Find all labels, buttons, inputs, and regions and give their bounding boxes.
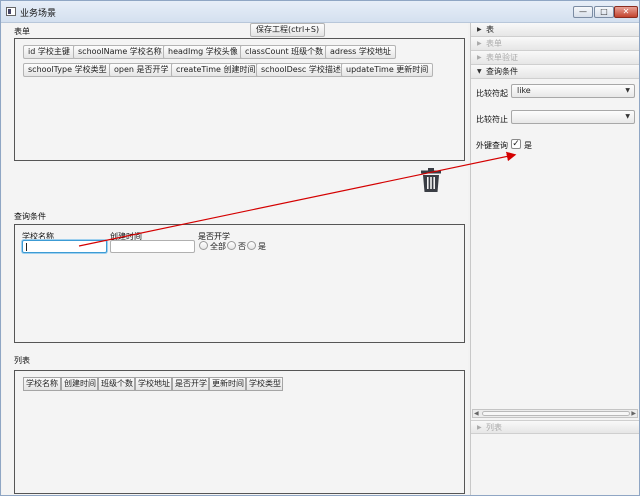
list-column-header[interactable]: 是否开学 — [172, 377, 209, 391]
properties-panel: ▶ 表 ▶ 表单 ▶ 表单验证 ▼ 查询条件 比较符起 like ▼ 比较符止 … — [470, 23, 639, 495]
chevron-right-icon: ▶ — [477, 54, 482, 61]
dropdown-arrow-icon: ▼ — [625, 113, 630, 120]
form-field-chip[interactable]: adress 学校地址 — [325, 45, 396, 59]
form-field-chip[interactable]: schoolDesc 学校描述 — [256, 63, 346, 77]
dropdown-arrow-icon: ▼ — [625, 87, 630, 94]
radio-yes[interactable] — [247, 241, 256, 250]
chevron-right-icon: ▶ — [477, 26, 482, 33]
scroll-right-icon[interactable]: ▶ — [631, 410, 636, 417]
list-column-header[interactable]: 学校类型 — [246, 377, 283, 391]
radio-yes-label: 是 — [258, 242, 266, 251]
compare-start-select[interactable]: like ▼ — [511, 84, 635, 98]
accordion-form[interactable]: ▶ 表单 — [471, 37, 639, 51]
scroll-left-icon[interactable]: ◀ — [474, 410, 479, 417]
list-column-header[interactable]: 学校名称 — [23, 377, 61, 391]
query-fields-box[interactable]: 学校名称 创建时间 是否开学 全部 否 是 — [14, 224, 465, 343]
query-section-label: 查询条件 — [14, 212, 46, 221]
form-field-chip[interactable]: schoolName 学校名称 — [73, 45, 167, 59]
chevron-down-icon: ▼ — [477, 68, 482, 75]
accordion-table[interactable]: ▶ 表 — [471, 23, 639, 37]
panel-horizontal-scrollbar[interactable]: ◀ ▶ — [472, 409, 638, 418]
app-window-icon — [6, 7, 16, 16]
scrollbar-thumb[interactable] — [482, 411, 630, 416]
foreign-key-label: 外键查询 — [476, 141, 508, 150]
chevron-right-icon: ▶ — [477, 424, 482, 431]
maximize-button[interactable]: □ — [594, 6, 614, 18]
foreign-key-option: 是 — [524, 141, 532, 150]
compare-end-label: 比较符止 — [476, 115, 508, 124]
chevron-right-icon: ▶ — [477, 40, 482, 47]
form-field-chip[interactable]: createTime 创建时间 — [171, 63, 261, 77]
form-field-chip[interactable]: schoolType 学校类型 — [23, 63, 112, 77]
list-column-header[interactable]: 班级个数 — [98, 377, 135, 391]
compare-start-label: 比较符起 — [476, 89, 508, 98]
form-field-chip[interactable]: headImg 学校头像 — [163, 45, 243, 59]
designer-canvas: 表单 保存工程(ctrl+S) id 学校主键 schoolName 学校名称 … — [2, 23, 468, 495]
window-title: 业务场景 — [20, 9, 57, 19]
form-field-chip[interactable]: classCount 班级个数 — [240, 45, 329, 59]
minimize-button[interactable]: — — [573, 6, 593, 18]
list-column-header[interactable]: 学校地址 — [135, 377, 172, 391]
list-column-header[interactable]: 创建时间 — [61, 377, 98, 391]
trash-icon[interactable] — [421, 168, 441, 192]
foreign-key-checkbox[interactable]: ✓ — [511, 139, 521, 149]
accordion-list[interactable]: ▶ 列表 — [471, 420, 639, 434]
create-time-input[interactable] — [110, 240, 195, 253]
save-project-button[interactable]: 保存工程(ctrl+S) — [250, 23, 326, 37]
app-window: 业务场景 — □ ✕ 表单 保存工程(ctrl+S) id 学校主键 schoo… — [0, 0, 640, 496]
accordion-form-validation[interactable]: ▶ 表单验证 — [471, 51, 639, 65]
radio-all-label: 全部 — [210, 242, 226, 251]
form-fields-box[interactable]: id 学校主键 schoolName 学校名称 headImg 学校头像 cla… — [14, 38, 465, 161]
form-field-chip[interactable]: open 是否开学 — [109, 63, 174, 77]
close-button[interactable]: ✕ — [614, 6, 638, 18]
text-caret — [26, 243, 27, 251]
title-bar[interactable]: 业务场景 — □ ✕ — [1, 1, 639, 23]
compare-end-select[interactable]: ▼ — [511, 110, 635, 124]
radio-all[interactable] — [199, 241, 208, 250]
form-field-chip[interactable]: updateTime 更新时间 — [341, 63, 434, 77]
list-section-label: 列表 — [14, 356, 30, 365]
form-field-chip[interactable]: id 学校主键 — [23, 45, 75, 59]
form-section-label: 表单 — [14, 27, 30, 36]
school-name-input[interactable] — [22, 240, 107, 253]
list-column-header[interactable]: 更新时间 — [209, 377, 246, 391]
accordion-query-conditions[interactable]: ▼ 查询条件 — [471, 65, 639, 79]
radio-no-label: 否 — [238, 242, 246, 251]
list-columns-box[interactable]: 学校名称 创建时间 班级个数 学校地址 是否开学 更新时间 学校类型 — [14, 370, 465, 494]
radio-no[interactable] — [227, 241, 236, 250]
